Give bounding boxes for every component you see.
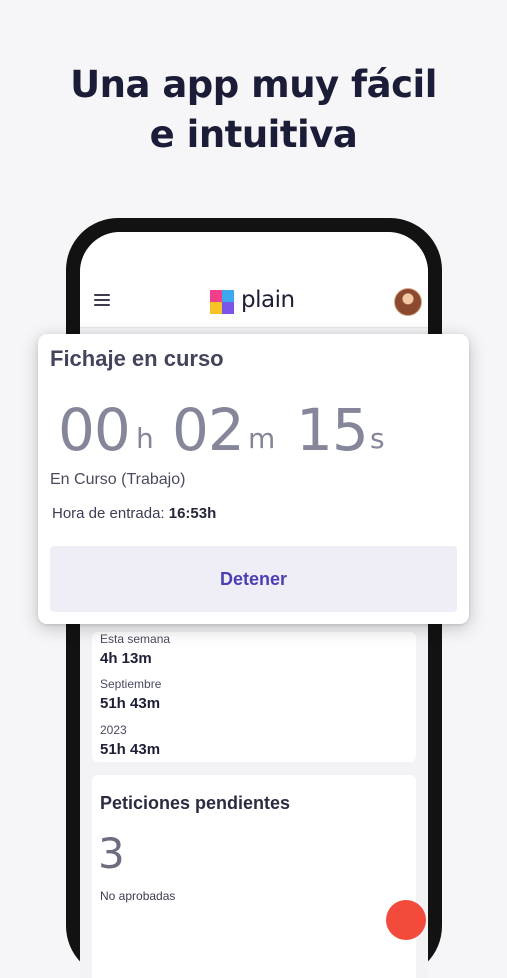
headline: Una app muy fácil e intuitiva: [0, 60, 507, 160]
logo-text: plain: [241, 287, 295, 313]
stat-month: Septiembre 51h 43m: [100, 677, 161, 712]
stat-label: Esta semana: [100, 632, 171, 646]
stat-year: 2023 51h 43m: [100, 723, 160, 758]
pending-requests-caption: No aprobadas: [100, 889, 176, 903]
timer-minutes-unit: m: [248, 422, 276, 455]
app-logo: plain: [210, 287, 295, 315]
clock-status: En Curso (Trabajo): [50, 471, 186, 488]
timer-hours-unit: h: [136, 422, 154, 455]
stat-label: Septiembre: [100, 677, 162, 691]
pending-requests-count: 3: [98, 829, 125, 878]
stat-value: 51h 43m: [100, 695, 161, 712]
user-avatar[interactable]: [394, 288, 422, 316]
entry-time-value: 16:53h: [168, 505, 217, 522]
entry-time-row: Hora de entrada: 16:53h: [52, 505, 216, 522]
pending-requests-title: Peticiones pendientes: [100, 793, 291, 813]
app-bar: plain: [80, 232, 428, 328]
timer-hours: 00: [58, 396, 131, 464]
timer-seconds-unit: s: [370, 422, 385, 455]
timer-minutes: 02: [172, 396, 245, 464]
hamburger-menu-icon[interactable]: [94, 294, 110, 306]
pending-requests-card[interactable]: Peticiones pendientes 3 No aprobadas: [92, 775, 416, 978]
plain-logo-icon: [210, 290, 234, 314]
clock-card-title: Fichaje en curso: [50, 346, 224, 371]
stat-week: Esta semana 4h 13m: [100, 632, 170, 667]
stat-value: 4h 13m: [100, 650, 152, 667]
stat-value: 51h 43m: [100, 741, 161, 758]
clock-in-card: Fichaje en curso 00 h 02 m 15 s En Curso…: [38, 334, 469, 624]
summary-card: Esta semana 4h 13m Septiembre 51h 43m 20…: [92, 632, 416, 762]
headline-line-2: e intuitiva: [149, 113, 358, 156]
entry-time-label: Hora de entrada:: [52, 505, 165, 522]
timer-seconds: 15: [296, 396, 369, 464]
stat-label: 2023: [100, 723, 127, 737]
headline-line-1: Una app muy fácil: [70, 63, 437, 106]
floating-action-button[interactable]: [386, 900, 426, 940]
stop-button[interactable]: Detener: [50, 546, 457, 612]
